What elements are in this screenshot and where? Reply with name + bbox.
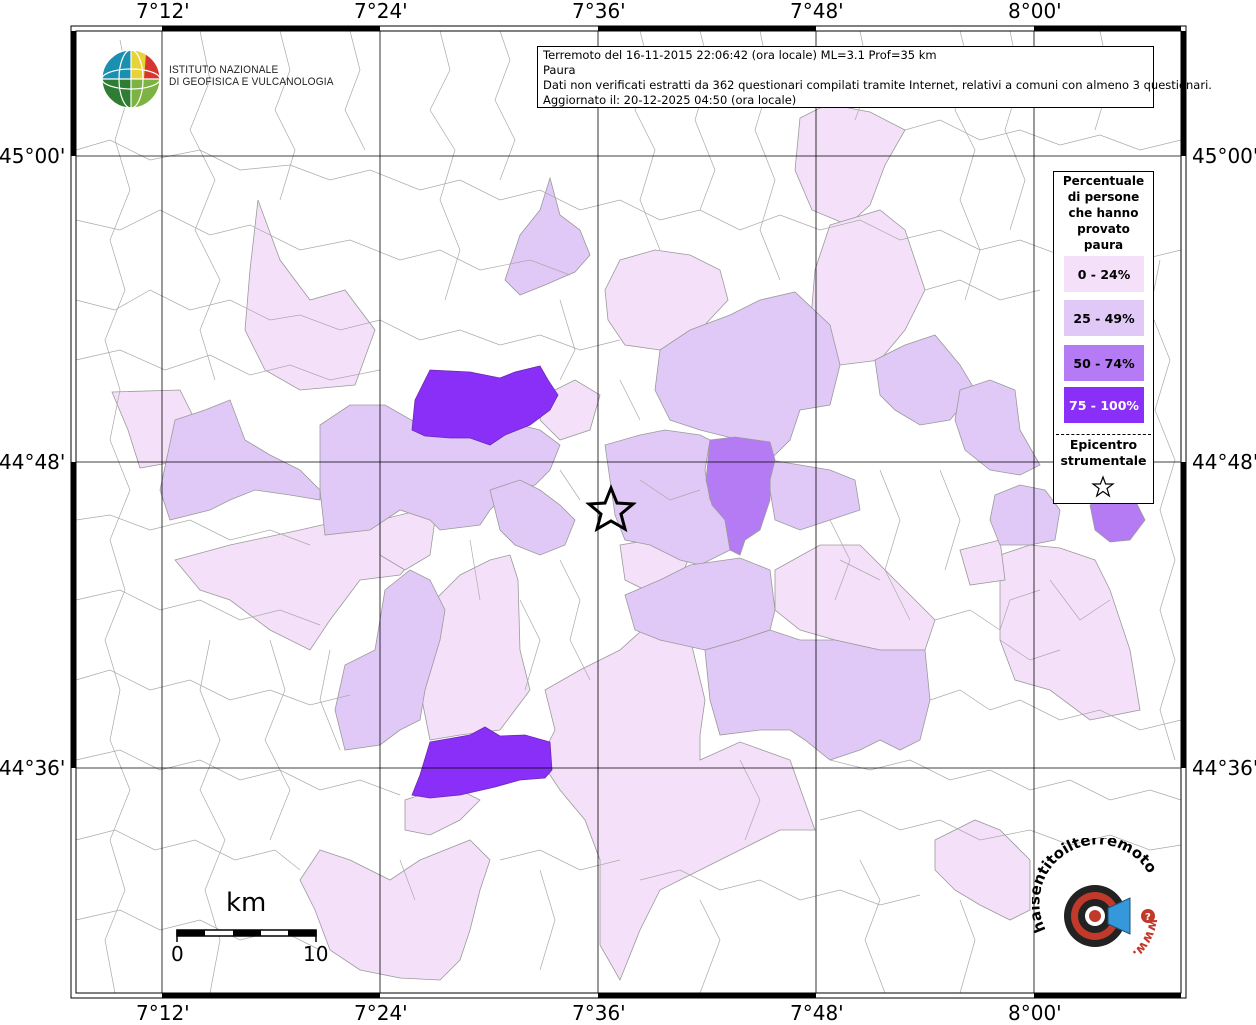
svg-text:?: ? xyxy=(1145,912,1151,923)
legend-title-line: che hanno xyxy=(1068,206,1139,220)
lon-label-bottom-1: 7°12' xyxy=(136,1001,190,1025)
update-timestamp: Aggiornato il: 20-12-2025 04:50 (ora loc… xyxy=(543,93,797,107)
ingv-globe-icon xyxy=(101,49,161,109)
lat-label-left-2: 44°48' xyxy=(0,450,66,474)
legend-class-0-24: 0 - 24% xyxy=(1064,256,1144,292)
scale-unit: km xyxy=(226,888,267,918)
lon-label-top-1: 7°12' xyxy=(136,0,190,23)
logo-arc-www: www. xyxy=(1129,917,1161,961)
haisentito-logo: haisentitoilterremoto.it www. ? xyxy=(1025,824,1168,974)
legend-class-50-74: 50 - 74% xyxy=(1064,345,1144,381)
lat-label-right-2: 44°48' xyxy=(1192,450,1256,474)
lon-label-bottom-2: 7°24' xyxy=(354,1001,408,1025)
legend-epicenter-line: Epicentro xyxy=(1069,437,1138,452)
lon-label-bottom-5: 8°00' xyxy=(1008,1001,1062,1025)
ingv-logo: ISTITUTO NAZIONALE DI GEOFISICA E VULCAN… xyxy=(100,48,340,110)
legend: Percentuale di persone che hanno provato… xyxy=(1053,171,1154,504)
legend-epicenter-line: strumentale xyxy=(1060,453,1147,468)
legend-title-line: di persone xyxy=(1067,190,1140,204)
lon-label-top-4: 7°48' xyxy=(790,0,844,23)
legend-title: Percentuale di persone che hanno provato… xyxy=(1054,172,1153,253)
legend-class-25-49: 25 - 49% xyxy=(1064,300,1144,336)
scale-start: 0 xyxy=(171,942,184,966)
lat-label-right-1: 45°00' xyxy=(1192,144,1256,168)
legend-title-line: Percentuale xyxy=(1062,174,1145,188)
ingv-name-line1: ISTITUTO NAZIONALE xyxy=(169,64,279,76)
lon-label-bottom-3: 7°36' xyxy=(572,1001,626,1025)
lat-label-left-1: 45°00' xyxy=(0,144,66,168)
megaphone-target-icon: haisentitoilterremoto.it www. ? xyxy=(1025,824,1161,961)
lon-label-top-3: 7°36' xyxy=(572,0,626,23)
legend-title-line: paura xyxy=(1083,238,1124,252)
map-parameter: Paura xyxy=(543,63,576,77)
legend-class-75-100: 75 - 100% xyxy=(1064,387,1144,423)
star-icon xyxy=(1091,475,1115,498)
lat-label-right-3: 44°36' xyxy=(1192,756,1256,780)
legend-divider xyxy=(1056,434,1151,435)
lon-label-top-5: 8°00' xyxy=(1008,0,1062,23)
legend-epicenter-title: Epicentro strumentale xyxy=(1054,437,1153,469)
legend-title-line: provato xyxy=(1077,222,1130,236)
lon-label-top-2: 7°24' xyxy=(354,0,408,23)
scale-bar: km 0 10 xyxy=(170,888,330,968)
ingv-name-line2: DI GEOFISICA E VULCANOLOGIA xyxy=(169,76,334,88)
data-note: Dati non verificati estratti da 362 ques… xyxy=(543,78,1212,92)
lat-label-left-3: 44°36' xyxy=(0,756,66,780)
event-description: Terremoto del 16-11-2015 22:06:42 (ora l… xyxy=(543,48,937,62)
event-info-box: Terremoto del 16-11-2015 22:06:42 (ora l… xyxy=(537,46,1212,108)
svg-text:www.: www. xyxy=(1129,917,1161,961)
scale-end: 10 xyxy=(303,942,329,966)
lon-label-bottom-4: 7°48' xyxy=(790,1001,844,1025)
